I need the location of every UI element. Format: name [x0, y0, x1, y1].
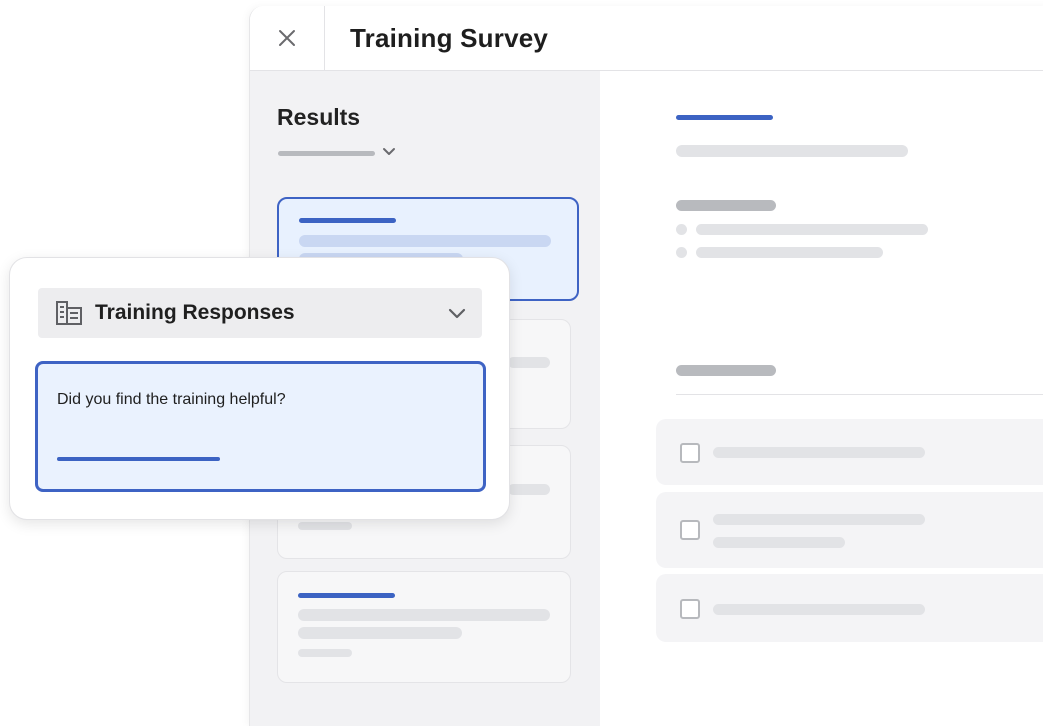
card-meta-placeholder [298, 522, 352, 530]
card-line-placeholder [299, 235, 551, 247]
title-bar: Training Survey [250, 6, 1043, 71]
option-row[interactable] [656, 419, 1043, 485]
training-responses-panel: Training Responses Did you find the trai… [9, 257, 510, 520]
window-title: Training Survey [350, 23, 549, 53]
option-row[interactable] [656, 574, 1043, 642]
dropdown-label: Training Responses [95, 301, 295, 324]
bullet-line-placeholder [696, 224, 928, 235]
card-line-placeholder [298, 627, 462, 639]
question-text: Did you find the training helpful? [57, 391, 286, 408]
bullet-line-placeholder [696, 247, 883, 258]
section-divider [676, 394, 1043, 395]
option-label-placeholder [713, 514, 925, 525]
result-card[interactable] [277, 571, 571, 683]
results-filter-dropdown[interactable] [278, 143, 408, 163]
chevron-down-icon [448, 308, 466, 319]
card-line-placeholder [298, 609, 550, 621]
detail-title-placeholder [676, 115, 773, 120]
card-title-placeholder [298, 593, 395, 598]
option-checkbox[interactable] [680, 599, 700, 619]
detail-subtitle-placeholder [676, 145, 908, 157]
card-line-placeholder [508, 484, 550, 495]
option-label-placeholder [713, 537, 845, 548]
bullet-dot [676, 224, 687, 235]
table-grid-icon [56, 301, 82, 325]
option-label-placeholder [713, 447, 925, 458]
section-heading-placeholder [676, 365, 776, 376]
responses-dropdown[interactable]: Training Responses [38, 288, 482, 338]
option-row[interactable] [656, 492, 1043, 568]
section-heading-placeholder [676, 200, 776, 211]
close-button[interactable] [250, 6, 325, 70]
card-title-placeholder [299, 218, 396, 223]
question-card[interactable]: Did you find the training helpful? [35, 361, 486, 492]
results-title: Results [277, 104, 361, 130]
close-icon [279, 30, 295, 46]
detail-pane [601, 71, 1043, 726]
bullet-dot [676, 247, 687, 258]
option-label-placeholder [713, 604, 925, 615]
option-checkbox[interactable] [680, 443, 700, 463]
chevron-down-icon [383, 148, 395, 155]
answer-progress-line [57, 457, 220, 461]
option-checkbox[interactable] [680, 520, 700, 540]
filter-placeholder [278, 151, 375, 156]
card-meta-placeholder [298, 649, 352, 657]
card-line-placeholder [508, 357, 550, 368]
